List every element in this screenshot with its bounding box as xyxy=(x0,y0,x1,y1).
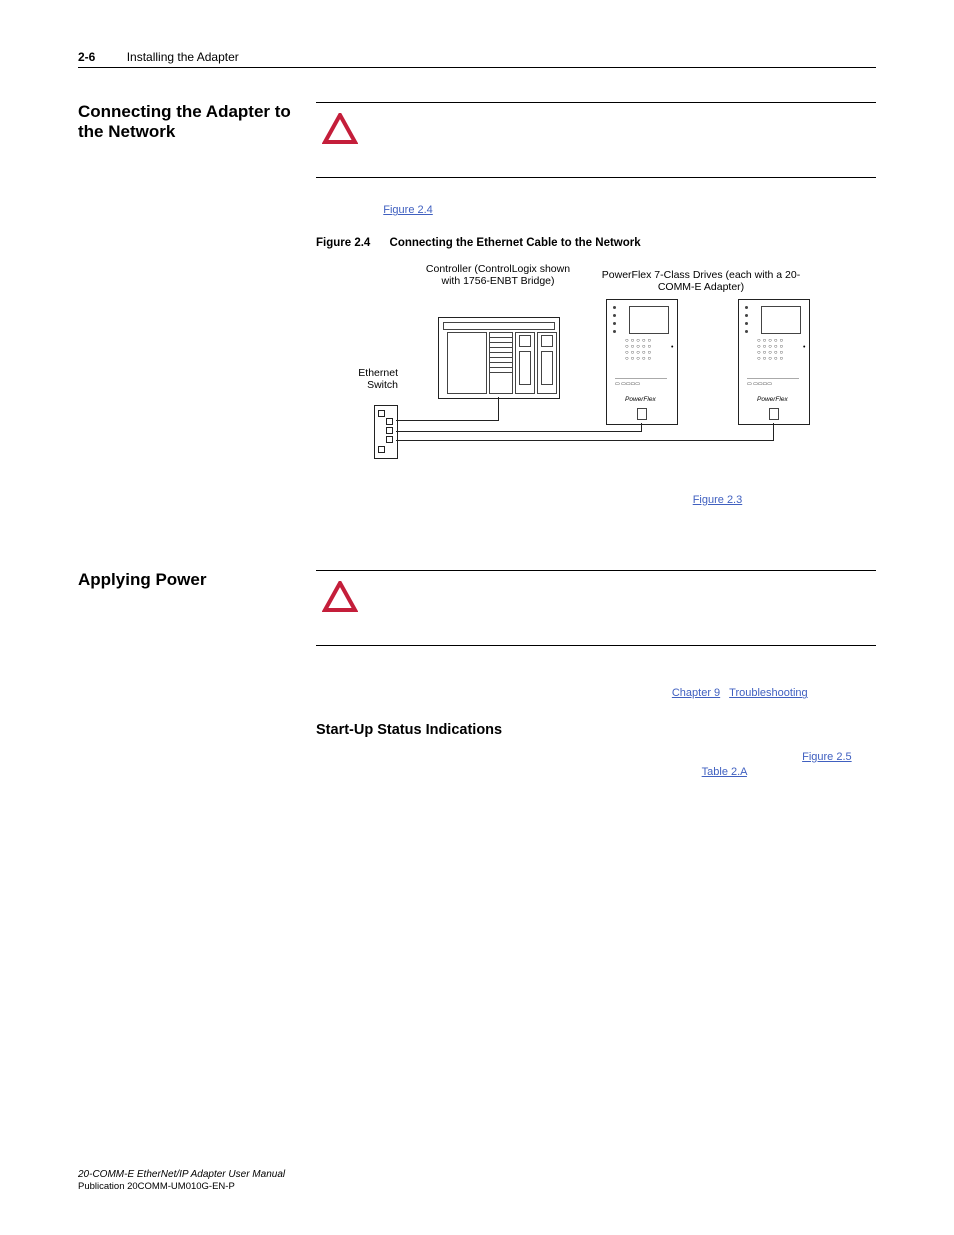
network-diagram: Controller (ControlLogix shown with 1756… xyxy=(338,263,818,473)
section-heading-applying: Applying Power xyxy=(78,570,316,590)
link-figure-2-5[interactable]: Figure 2.5 xyxy=(802,751,852,763)
attention-block-applying: ATTENTION: Risk of equipment damage, inj… xyxy=(316,570,876,646)
attention-icon xyxy=(320,577,360,637)
attention-text-applying: ATTENTION: Risk of equipment damage, inj… xyxy=(370,577,872,637)
attention-block-connecting: ATTENTION: Risk of injury or death exist… xyxy=(316,102,876,178)
link-figure-2-3[interactable]: Figure 2.3 xyxy=(693,494,743,506)
page-footer: 20-COMM-E EtherNet/IP Adapter User Manua… xyxy=(78,1168,285,1193)
link-figure-2-4[interactable]: Figure 2.4 xyxy=(383,204,433,216)
body-text-steps: 1. Remove power from the drive. 2. Use s… xyxy=(316,188,876,219)
link-chapter-9[interactable]: Chapter 9 xyxy=(672,687,720,699)
controller-device xyxy=(438,317,560,399)
page-header: 2-6 Installing the Adapter xyxy=(78,50,876,68)
attention-icon xyxy=(320,109,360,169)
ethernet-switch xyxy=(374,405,398,459)
figure-title: Connecting the Ethernet Cable to the Net… xyxy=(390,237,641,249)
figure-number: Figure 2.4 xyxy=(316,237,370,249)
figure-caption: Figure 2.4 Connecting the Ethernet Cable… xyxy=(316,237,876,249)
page-number: 2-6 xyxy=(78,50,95,64)
body-text-startup: Status indicators for the drive and comm… xyxy=(316,750,876,781)
body-text-apply-power: Install the drive cover, and apply power… xyxy=(316,656,876,702)
footer-title: 20-COMM-E EtherNet/IP Adapter User Manua… xyxy=(78,1168,285,1181)
attention-text-connecting: ATTENTION: Risk of injury or death exist… xyxy=(370,109,872,169)
section-heading-connecting: Connecting the Adapter to the Network xyxy=(78,102,316,143)
switch-label: Ethernet Switch xyxy=(338,367,398,392)
footer-publication: Publication 20COMM-UM010G-EN-P xyxy=(78,1181,285,1193)
sub-heading-startup: Start-Up Status Indications xyxy=(316,722,876,738)
body-text-step4: 4. Route the other end of the Ethernet c… xyxy=(316,493,876,524)
drive-2: ○○○○○○○○○○○○○○○○○○○○ • ▭ ▭▭▭▭ PowerFlex xyxy=(738,299,810,425)
chapter-name: Installing the Adapter xyxy=(127,50,239,64)
link-troubleshooting[interactable]: Troubleshooting xyxy=(729,687,807,699)
link-table-2a[interactable]: Table 2.A xyxy=(702,766,747,778)
controller-label: Controller (ControlLogix shown with 1756… xyxy=(423,263,573,288)
drives-label: PowerFlex 7-Class Drives (each with a 20… xyxy=(596,269,806,294)
drive-1: ○○○○○○○○○○○○○○○○○○○○ • ▭ ▭▭▭▭ PowerFlex xyxy=(606,299,678,425)
